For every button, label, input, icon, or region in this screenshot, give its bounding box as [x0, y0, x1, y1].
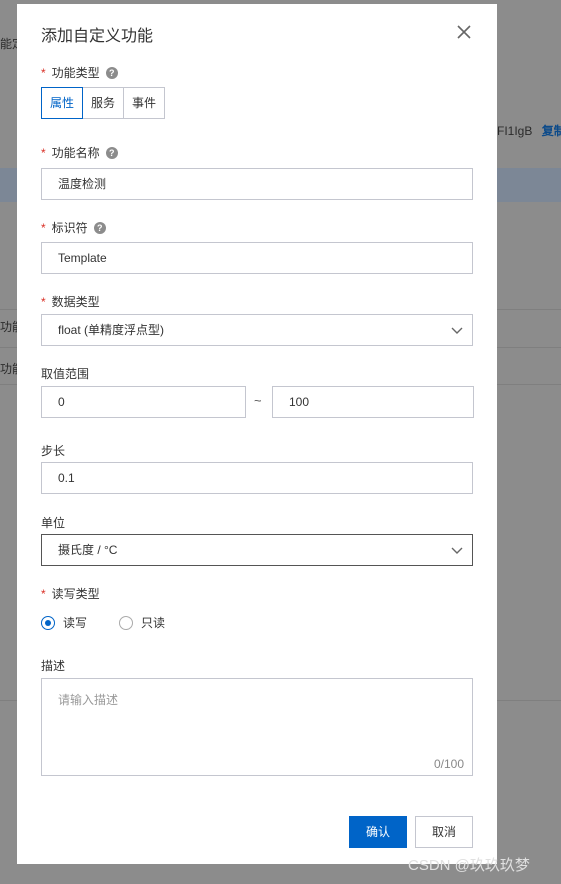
description-placeholder: 请输入描述: [58, 693, 119, 707]
function-type-property[interactable]: 属性: [41, 87, 84, 119]
function-type-event[interactable]: 事件: [123, 87, 166, 119]
range-separator: ~: [254, 393, 262, 408]
value-range-label: 取值范围: [41, 365, 89, 382]
radio-checked-icon: [41, 615, 55, 630]
step-input[interactable]: 0.1: [41, 462, 473, 494]
data-type-label-text: 数据类型: [51, 295, 100, 309]
function-type-selector: 属性 服务 事件: [41, 87, 166, 119]
cancel-button[interactable]: 取消: [415, 816, 473, 848]
help-icon[interactable]: ?: [105, 146, 118, 159]
function-type-service[interactable]: 服务: [82, 87, 125, 119]
description-label: 描述: [41, 657, 65, 674]
value-range-label-text: 取值范围: [41, 367, 90, 381]
data-type-label: * 数据类型: [41, 293, 100, 310]
function-name-label: * 功能名称 ?: [41, 144, 118, 161]
identifier-input[interactable]: Template: [41, 242, 473, 274]
function-name-input[interactable]: 温度检测: [41, 168, 473, 200]
data-type-value: float (单精度浮点型): [58, 323, 165, 337]
radio-read-write-label: 读写: [63, 616, 88, 630]
unit-select[interactable]: 摄氏度 / °C: [41, 534, 473, 566]
function-name-label-text: 功能名称: [51, 146, 100, 160]
bg-id-text: FI1IgB 复制: [497, 122, 561, 139]
rw-type-label: * 读写类型: [41, 585, 100, 602]
unit-label: 单位: [41, 514, 65, 531]
rw-type-radio-group: 读写 只读: [41, 614, 197, 631]
step-label: 步长: [41, 442, 65, 459]
range-min-input[interactable]: 0: [41, 386, 246, 418]
radio-read-only[interactable]: 只读: [119, 614, 165, 631]
step-label-text: 步长: [41, 444, 66, 458]
rw-type-label-text: 读写类型: [51, 587, 100, 601]
description-label-text: 描述: [41, 659, 66, 673]
description-textarea[interactable]: 请输入描述 0/100: [41, 678, 473, 776]
required-mark: *: [41, 65, 46, 80]
required-mark: *: [41, 586, 46, 601]
dialog-title: 添加自定义功能: [41, 28, 154, 45]
identifier-label-text: 标识符: [51, 221, 88, 235]
radio-read-write[interactable]: 读写: [41, 614, 87, 631]
confirm-button[interactable]: 确认: [349, 816, 407, 848]
function-type-label-text: 功能类型: [51, 66, 100, 80]
close-icon[interactable]: [455, 23, 473, 41]
identifier-label: * 标识符 ?: [41, 219, 106, 236]
help-icon[interactable]: ?: [93, 221, 106, 234]
chevron-down-icon: [451, 547, 463, 554]
required-mark: *: [41, 220, 46, 235]
bg-copy-link[interactable]: 复制: [542, 124, 561, 138]
chevron-down-icon: [451, 327, 463, 334]
radio-unchecked-icon: [119, 615, 134, 630]
required-mark: *: [41, 145, 46, 160]
radio-read-only-label: 只读: [141, 616, 166, 630]
data-type-select[interactable]: float (单精度浮点型): [41, 314, 473, 346]
description-counter: 0/100: [433, 757, 464, 771]
unit-label-text: 单位: [41, 516, 66, 530]
required-mark: *: [41, 294, 46, 309]
unit-value: 摄氏度 / °C: [58, 543, 118, 557]
bg-id-value: FI1IgB: [497, 124, 533, 138]
watermark: CSDN @玖玖玖梦: [408, 857, 530, 874]
range-max-input[interactable]: 100: [272, 386, 474, 418]
function-type-label: * 功能类型 ?: [41, 64, 118, 81]
help-icon[interactable]: ?: [105, 66, 118, 79]
add-function-dialog: 添加自定义功能 * 功能类型 ? 属性 服务 事件 * 功能名称 ? 温度检测 …: [17, 4, 497, 864]
